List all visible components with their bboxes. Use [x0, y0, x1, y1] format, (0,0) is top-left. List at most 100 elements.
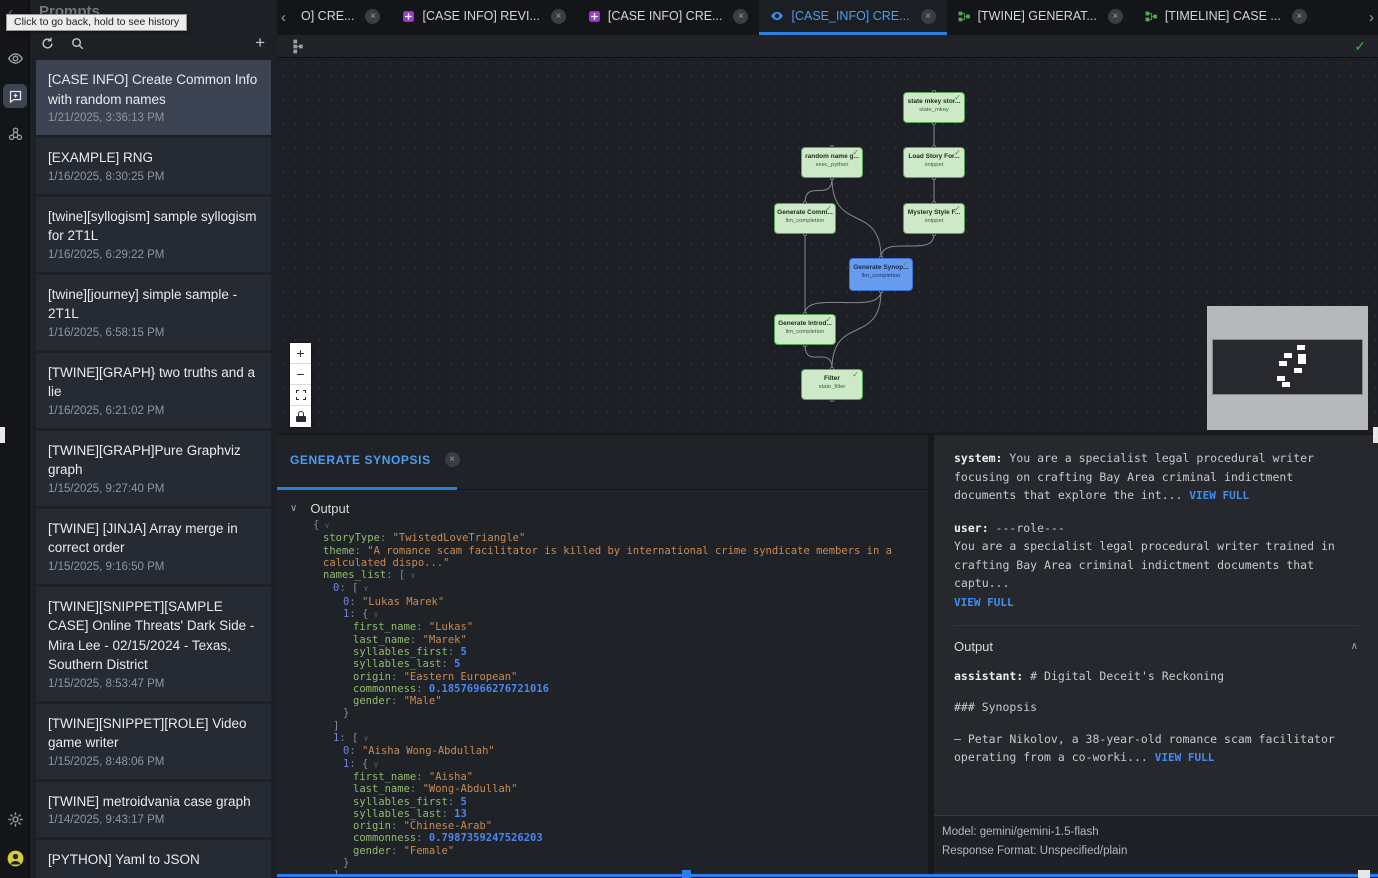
node-success-check-icon: ✓	[954, 204, 961, 213]
tab-item[interactable]: [CASE INFO] REVI...×	[391, 0, 576, 35]
list-item[interactable]: [twine][syllogism] sample syllogism for …	[36, 197, 271, 272]
output-section-header[interactable]: ∨ Output	[290, 501, 349, 516]
synopsis-text: — Petar Nikolov, a 38-year-old romance s…	[954, 732, 1335, 765]
node-subtitle: snippet	[904, 218, 964, 224]
json-punct: :	[416, 621, 429, 633]
canvas-toolbar: ✓	[277, 35, 1378, 58]
json-key: origin	[353, 820, 391, 832]
json-string: "Lukas Marek"	[362, 596, 444, 608]
node-success-check-icon: ✓	[852, 370, 859, 379]
workflow-icon[interactable]	[3, 122, 27, 146]
json-key: gender	[353, 695, 391, 707]
tabs-scroll-left-icon[interactable]: ‹	[277, 0, 290, 35]
flow-node[interactable]: random name g...exec_python✓	[801, 147, 863, 178]
json-punct: ∨	[358, 734, 368, 744]
flow-node[interactable]: Generate Synop...llm_completion✓	[849, 258, 913, 291]
minimap-node-dot	[1294, 368, 1302, 373]
tab-item[interactable]: [CASE INFO] CRE...×	[577, 0, 760, 35]
tab-close-icon[interactable]: ×	[1108, 9, 1123, 24]
node-output-tab-close-icon[interactable]: ×	[445, 452, 460, 467]
bottom-resize-knob-right[interactable]	[1358, 870, 1370, 878]
model-name: Model: gemini/gemini-1.5-flash	[942, 823, 1378, 842]
tab-item[interactable]: O] CRE...×	[290, 0, 391, 35]
flag-purple-icon	[402, 10, 415, 23]
user-message: user: ---role--- You are a specialist le…	[954, 519, 1358, 613]
lock-button[interactable]	[290, 406, 311, 427]
tab-close-icon[interactable]: ×	[733, 9, 748, 24]
list-item[interactable]: [CASE INFO] Create Common Info with rand…	[36, 60, 271, 135]
list-item[interactable]: [TWINE][GRAPH} two truths and a lie1/16/…	[36, 353, 271, 428]
json-punct: :	[339, 732, 352, 744]
tab-close-icon[interactable]: ×	[921, 9, 936, 24]
flow-node[interactable]: Filterstate_filter✓	[801, 369, 863, 400]
node-output-panel: GENERATE SYNOPSIS × ∨ Output { ∨storyTyp…	[277, 435, 928, 875]
minimap[interactable]	[1207, 306, 1368, 430]
add-prompt-button[interactable]: +	[255, 33, 265, 53]
json-string: "Lukas"	[429, 621, 473, 633]
json-tree[interactable]: { ∨storyType: "TwistedLoveTriangle"theme…	[277, 519, 928, 875]
flow-node[interactable]: Generate Comm...llm_completion✓	[774, 203, 836, 234]
tab-close-icon[interactable]: ×	[551, 9, 566, 24]
list-item[interactable]: [twine][journey] simple sample - 2T1L1/1…	[36, 275, 271, 350]
tab-active[interactable]: [CASE_INFO] CRE...×	[759, 0, 946, 35]
chevron-down-icon[interactable]: ∨	[290, 503, 297, 514]
flag-purple-icon	[588, 10, 601, 23]
split-handle-right[interactable]	[1373, 427, 1378, 443]
user-avatar-icon[interactable]	[3, 846, 27, 870]
canvas-controls: + −	[290, 343, 311, 427]
assistant-view-full-link[interactable]: VIEW FULL	[1155, 751, 1215, 764]
flow-node[interactable]: Generate Introd...llm_completion✓	[774, 314, 836, 345]
json-key: syllables_first	[353, 796, 448, 808]
chevron-up-icon[interactable]: ∧	[1351, 638, 1358, 657]
output-collapse-header[interactable]: Output ∧	[954, 625, 1358, 667]
tabs-scroll-right-icon[interactable]: ›	[1365, 0, 1378, 35]
list-item[interactable]: [TWINE][SNIPPET][SAMPLE CASE] Online Thr…	[36, 587, 271, 701]
tab-close-icon[interactable]: ×	[365, 9, 380, 24]
tab-item[interactable]: [TWINE] GENERAT...×	[947, 0, 1134, 35]
list-item[interactable]: [TWINE] metroidvania case graph1/14/2025…	[36, 782, 271, 838]
prompts-panel: Prompts + [CASE INFO] Create Common Info…	[30, 0, 277, 878]
json-number: 0.7987359247526203	[429, 832, 543, 844]
zoom-in-button[interactable]: +	[290, 343, 311, 364]
json-punct: :	[391, 671, 404, 683]
json-line: first_name: "Aisha"	[277, 771, 928, 783]
json-punct: ∨	[368, 760, 378, 770]
search-icon[interactable]	[70, 36, 85, 51]
refresh-icon[interactable]	[40, 36, 55, 51]
flow-canvas[interactable]: state mkey stor...state_mkey✓random name…	[277, 58, 1378, 433]
auto-layout-icon[interactable]	[289, 39, 304, 54]
list-item[interactable]: [TWINE][SNIPPET][ROLE] Video game writer…	[36, 704, 271, 779]
zoom-out-button[interactable]: −	[290, 364, 311, 385]
flow-node[interactable]: Load Story For...snippet✓	[903, 147, 965, 178]
json-number: 5	[460, 646, 466, 658]
node-success-check-icon: ✓	[825, 315, 832, 324]
json-line: 1: [ ∨	[277, 732, 928, 745]
user-view-full-link[interactable]: VIEW FULL	[954, 596, 1014, 609]
list-item[interactable]: [TWINE] [JINJA] Array merge in correct o…	[36, 509, 271, 584]
node-output-tab-label: GENERATE SYNOPSIS	[290, 453, 431, 467]
json-line: syllables_first: 5	[277, 796, 928, 808]
eye-icon[interactable]	[3, 46, 27, 70]
tab-close-icon[interactable]: ×	[1292, 9, 1307, 24]
json-line: commonness: 0.18576966276721016	[277, 683, 928, 695]
settings-gear-icon[interactable]	[3, 807, 27, 831]
node-success-check-icon: ✓	[902, 259, 909, 268]
list-item-title: [TWINE][GRAPH]Pure Graphviz graph	[48, 441, 259, 480]
fit-view-button[interactable]	[290, 385, 311, 406]
list-item[interactable]: [TWINE][GRAPH]Pure Graphviz graph1/15/20…	[36, 431, 271, 506]
list-item-title: [TWINE][GRAPH} two truths and a lie	[48, 363, 259, 402]
system-view-full-link[interactable]: VIEW FULL	[1189, 489, 1249, 502]
json-number: 5	[454, 658, 460, 670]
list-item[interactable]: [PYTHON] Yaml to JSON	[36, 840, 271, 878]
json-string: "Aisha Wong-Abdullah"	[362, 745, 495, 757]
split-handle-left[interactable]	[0, 427, 5, 443]
flow-node[interactable]: state mkey stor...state_mkey✓	[903, 92, 965, 123]
tab-item[interactable]: [TIMELINE] CASE ...×	[1134, 0, 1318, 35]
node-output-tab[interactable]: GENERATE SYNOPSIS ×	[290, 452, 460, 467]
flow-node[interactable]: Mystery Style F...snippet✓	[903, 203, 965, 234]
bottom-resize-bar[interactable]	[277, 874, 1378, 877]
bottom-resize-knob[interactable]	[682, 870, 691, 878]
json-line: origin: "Eastern European"	[277, 671, 928, 683]
list-item[interactable]: [EXAMPLE] RNG1/16/2025, 8:30:25 PM	[36, 138, 271, 194]
prompt-chat-icon[interactable]	[3, 84, 27, 108]
